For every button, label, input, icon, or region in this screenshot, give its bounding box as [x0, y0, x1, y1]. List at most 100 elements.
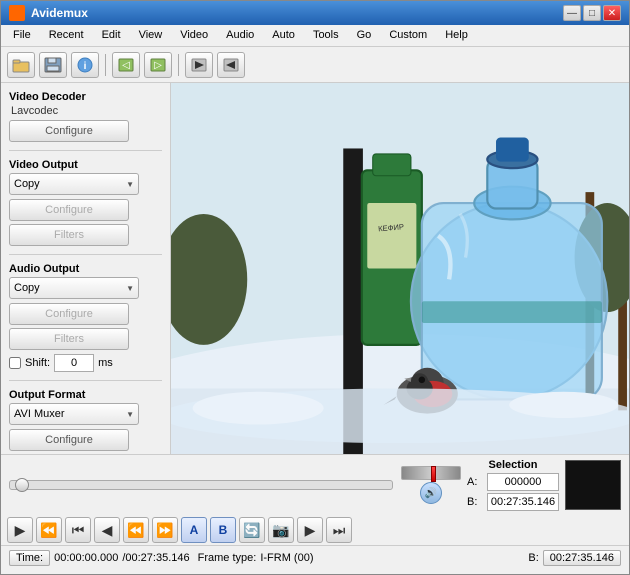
selection-a-label: A: [467, 476, 483, 488]
preview-box [565, 460, 621, 510]
window-title: Avidemux [31, 6, 88, 20]
info-button[interactable]: i [71, 52, 99, 78]
menu-file[interactable]: File [5, 27, 39, 44]
menu-recent[interactable]: Recent [41, 27, 92, 44]
menu-video[interactable]: Video [172, 27, 216, 44]
toolbar-separator [105, 54, 106, 76]
output-format-dropdown[interactable]: AVI Muxer ▼ [9, 403, 139, 425]
video-decoder-configure-button[interactable]: Configure [9, 120, 129, 142]
close-button[interactable]: ✕ [603, 5, 621, 21]
svg-text:◁: ◁ [122, 60, 130, 71]
video-output-dropdown[interactable]: Copy ▼ [9, 173, 139, 195]
divider-1 [9, 150, 162, 151]
main-content: Video Decoder Lavcodec Configure Video O… [1, 83, 629, 454]
video-output-dropdown-value: Copy [14, 178, 40, 190]
snapshot-button[interactable]: 📷 [268, 517, 294, 543]
video-decoder-value: Lavcodec [9, 105, 162, 117]
toolbar-separator-2 [178, 54, 179, 76]
menu-view[interactable]: View [131, 27, 171, 44]
seek-bar-row: 🔊 Selection A: B: [1, 455, 629, 515]
selection-a-row: A: [467, 473, 559, 491]
output-format-configure-button[interactable]: Configure [9, 429, 129, 451]
menu-bar: File Recent Edit View Video Audio Auto T… [1, 25, 629, 47]
mark-a-button[interactable]: A [181, 517, 207, 543]
audio-output-dropdown[interactable]: Copy ▼ [9, 277, 139, 299]
step-fwd-large[interactable]: ⏭ [326, 517, 352, 543]
time-label: Time: [9, 550, 50, 566]
output-format-title: Output Format [9, 389, 162, 401]
shift-input[interactable] [54, 354, 94, 372]
next-segment-button[interactable]: ▷ [144, 52, 172, 78]
time-total: /00:27:35.146 [122, 552, 189, 564]
menu-go[interactable]: Go [349, 27, 380, 44]
shift-unit: ms [98, 357, 113, 369]
video-output-section: Video Output Copy ▼ Configure Filters [9, 159, 162, 246]
volume-button[interactable]: 🔊 [420, 482, 442, 504]
title-bar: Avidemux — □ ✕ [1, 1, 629, 25]
video-output-configure-button[interactable]: Configure [9, 199, 129, 221]
video-output-filters-button[interactable]: Filters [9, 224, 129, 246]
output-format-dropdown-value: AVI Muxer [14, 408, 65, 420]
title-bar-controls: — □ ✕ [563, 5, 621, 21]
audio-output-configure-button[interactable]: Configure [9, 303, 129, 325]
svg-text:i: i [84, 61, 87, 72]
open-button[interactable] [7, 52, 35, 78]
title-bar-left: Avidemux [9, 5, 88, 21]
main-window: Avidemux — □ ✕ File Recent Edit View Vid… [0, 0, 630, 575]
shift-checkbox[interactable] [9, 357, 21, 369]
time-field: Time: 00:00:00.000 /00:27:35.146 [9, 550, 190, 566]
video-decoder-section: Video Decoder Lavcodec Configure [9, 91, 162, 142]
frame-type-value: I-FRM (00) [260, 552, 313, 564]
play-bwd-button[interactable] [217, 52, 245, 78]
audio-output-title: Audio Output [9, 263, 162, 275]
step-back-button[interactable]: ◀ [94, 517, 120, 543]
audio-output-dropdown-value: Copy [14, 282, 40, 294]
loop-button[interactable]: 🔄 [239, 517, 265, 543]
seek-thumb[interactable] [15, 478, 29, 492]
maximize-button[interactable]: □ [583, 5, 601, 21]
video-output-title: Video Output [9, 159, 162, 171]
seek-bar[interactable] [9, 480, 393, 490]
video-panel: КЕФИР [171, 83, 629, 454]
audio-output-section: Audio Output Copy ▼ Configure Filters Sh… [9, 263, 162, 372]
output-format-dropdown-arrow: ▼ [126, 410, 134, 419]
menu-custom[interactable]: Custom [381, 27, 435, 44]
divider-2 [9, 254, 162, 255]
prev-segment-button[interactable]: ◁ [112, 52, 140, 78]
divider-3 [9, 380, 162, 381]
menu-audio[interactable]: Audio [218, 27, 262, 44]
status-bar: Time: 00:00:00.000 /00:27:35.146 Frame t… [1, 545, 629, 569]
step-fwd-button[interactable]: ▶ [297, 517, 323, 543]
app-icon [9, 5, 25, 21]
selection-a-input[interactable] [487, 473, 559, 491]
step-back-small[interactable]: ⏪ [123, 517, 149, 543]
selection-b-row: B: [467, 493, 559, 511]
play-fwd-button[interactable] [185, 52, 213, 78]
menu-help[interactable]: Help [437, 27, 476, 44]
minimize-button[interactable]: — [563, 5, 581, 21]
mark-b-button[interactable]: B [210, 517, 236, 543]
rewind-button[interactable]: ⏪ [36, 517, 62, 543]
video-decoder-title: Video Decoder [9, 91, 162, 103]
selection-title: Selection [467, 459, 559, 471]
controls-row: ▶ ⏪ ⏮ ◀ ⏪ ⏩ A B 🔄 📷 ▶ ⏭ [1, 515, 629, 545]
frame-type-field: Frame type: I-FRM (00) [198, 552, 314, 564]
left-panel: Video Decoder Lavcodec Configure Video O… [1, 83, 171, 454]
svg-text:▷: ▷ [154, 60, 162, 71]
frame-type-label: Frame type: [198, 552, 257, 564]
audio-output-filters-button[interactable]: Filters [9, 328, 129, 350]
menu-edit[interactable]: Edit [94, 27, 129, 44]
save-button[interactable] [39, 52, 67, 78]
output-format-section: Output Format AVI Muxer ▼ Configure [9, 389, 162, 451]
play-button[interactable]: ▶ [7, 517, 33, 543]
status-b-label: B: [528, 552, 538, 564]
toolbar: i ◁ ▷ [1, 47, 629, 83]
step-back-large[interactable]: ⏮ [65, 517, 91, 543]
shift-row: Shift: ms [9, 354, 162, 372]
status-b-field: B: 00:27:35.146 [528, 550, 621, 566]
step-fwd-small[interactable]: ⏩ [152, 517, 178, 543]
audio-output-dropdown-arrow: ▼ [126, 284, 134, 293]
selection-b-input[interactable] [487, 493, 559, 511]
menu-tools[interactable]: Tools [305, 27, 347, 44]
menu-auto[interactable]: Auto [264, 27, 303, 44]
